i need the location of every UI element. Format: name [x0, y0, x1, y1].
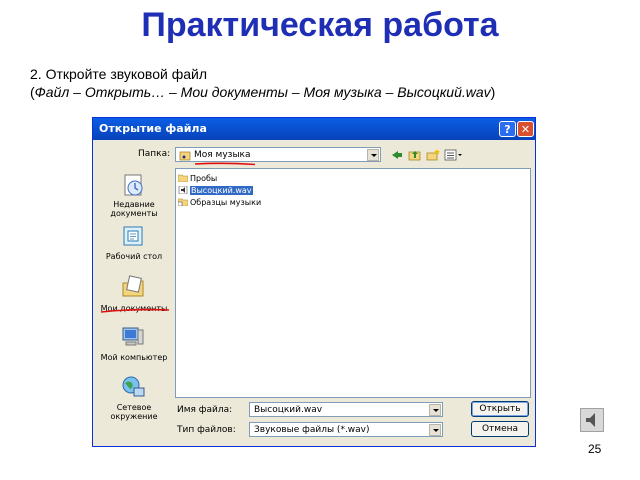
my-documents-icon — [122, 275, 144, 297]
close-button[interactable]: ✕ — [517, 121, 534, 137]
cancel-button[interactable]: Отмена — [471, 421, 529, 437]
my-computer-icon — [122, 327, 144, 346]
folder-label: Папка: — [138, 149, 171, 159]
place-network-label: Сетевое окружение — [110, 403, 158, 421]
folder-value: Моя музыка — [194, 150, 251, 160]
filename-value: Высоцкий.wav — [254, 405, 323, 415]
shortcut-folder-icon — [178, 198, 188, 206]
place-desktop[interactable]: Рабочий стол — [97, 224, 171, 264]
new-folder-icon[interactable] — [426, 148, 440, 162]
file-name: Пробы — [190, 174, 218, 183]
file-item-vysotsky[interactable]: Высоцкий.wav — [178, 185, 253, 196]
filename-input[interactable]: Высоцкий.wav — [249, 402, 443, 417]
folder-icon — [178, 174, 188, 182]
dialog-title: Открытие файла — [99, 122, 207, 135]
file-name: Образцы музыки — [190, 198, 262, 207]
place-desktop-label: Рабочий стол — [105, 252, 163, 261]
place-my-computer[interactable]: Мой компьютер — [97, 324, 171, 364]
file-name: Высоцкий.wav — [190, 186, 253, 195]
sound-file-icon — [178, 186, 188, 194]
chevron-down-icon[interactable] — [367, 149, 379, 161]
page-number: 25 — [588, 442, 602, 456]
places-bar: Недавние документы Рабочий стол Мои доку… — [97, 164, 171, 442]
music-folder-icon — [179, 151, 191, 161]
place-recent[interactable]: Недавние документы — [97, 172, 171, 220]
slide-title: Практическая работа — [141, 6, 499, 44]
place-network[interactable]: Сетевое окружение — [97, 374, 171, 428]
filename-label: Имя файла: — [177, 405, 233, 415]
dialog-titlebar[interactable]: Открытие файла ? ✕ — [93, 118, 535, 140]
view-menu-icon[interactable] — [444, 148, 464, 162]
file-item-samples[interactable]: Образцы музыки — [178, 197, 261, 208]
place-my-computer-label: Мой компьютер — [100, 353, 168, 362]
filetype-value: Звуковые файлы (*.wav) — [254, 425, 370, 435]
desktop-icon — [123, 226, 143, 246]
back-icon[interactable] — [390, 148, 404, 162]
task-path-close: ) — [490, 84, 496, 100]
task-text: 2. Откройте звуковой файл — [30, 66, 208, 82]
place-recent-label: Недавние документы — [110, 200, 158, 218]
help-button[interactable]: ? — [499, 121, 516, 137]
file-list[interactable]: Пробы Высоцкий.wav Образцы музыки — [175, 168, 531, 398]
chevron-down-icon[interactable] — [429, 424, 441, 436]
open-button[interactable]: Открыть — [471, 401, 529, 417]
task-path-italic: Файл – Открыть… – Мои документы – Моя му… — [34, 84, 491, 100]
annotation-underline-folder — [194, 162, 256, 166]
task-path: (Файл – Открыть… – Мои документы – Моя м… — [30, 84, 495, 100]
folder-dropdown[interactable]: Моя музыка — [175, 147, 381, 162]
file-item-proby[interactable]: Пробы — [178, 173, 217, 184]
speaker-icon[interactable] — [580, 408, 604, 432]
annotation-underline-mydocs — [100, 308, 170, 313]
filetype-dropdown[interactable]: Звуковые файлы (*.wav) — [249, 422, 443, 437]
recent-documents-icon — [124, 174, 143, 196]
chevron-down-icon[interactable] — [429, 404, 441, 416]
up-folder-icon[interactable] — [408, 148, 422, 162]
filetype-label: Тип файлов: — [177, 425, 236, 435]
open-file-dialog: Открытие файла ? ✕ Папка: Моя музыка Нед… — [92, 117, 536, 447]
network-icon — [122, 376, 145, 397]
